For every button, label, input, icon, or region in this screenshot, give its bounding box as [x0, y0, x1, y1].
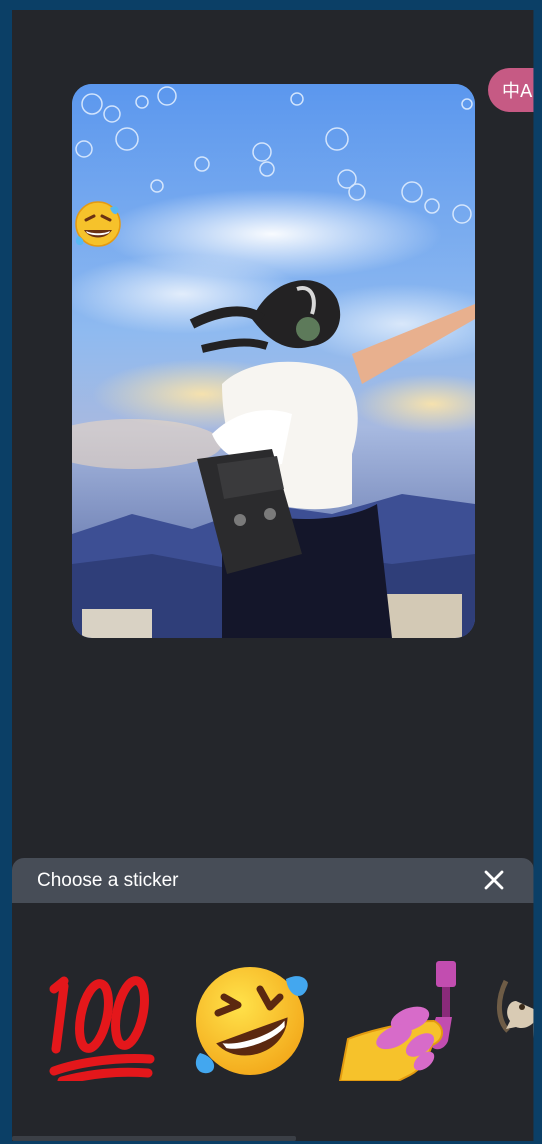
app-window: 中A Choose a sticker [12, 10, 534, 1141]
photo-card[interactable] [72, 84, 475, 638]
sticker-list [12, 903, 534, 1141]
sticker-picker-title: Choose a sticker [37, 870, 179, 891]
horizontal-scrollbar[interactable] [12, 1136, 296, 1141]
nail-polish-icon[interactable] [338, 961, 458, 1081]
translate-icon: 中A [502, 81, 533, 102]
rolling-on-floor-laughing-icon[interactable] [72, 198, 124, 250]
goat-icon[interactable] [486, 961, 534, 1081]
hundred-points-icon[interactable] [42, 961, 162, 1081]
window-border [533, 10, 534, 1141]
photo-image [72, 84, 475, 638]
close-icon[interactable] [480, 866, 508, 894]
translate-button[interactable]: 中A [488, 68, 534, 112]
sticker-picker-header: Choose a sticker [12, 858, 534, 903]
rolling-on-floor-laughing-icon[interactable] [190, 961, 310, 1081]
